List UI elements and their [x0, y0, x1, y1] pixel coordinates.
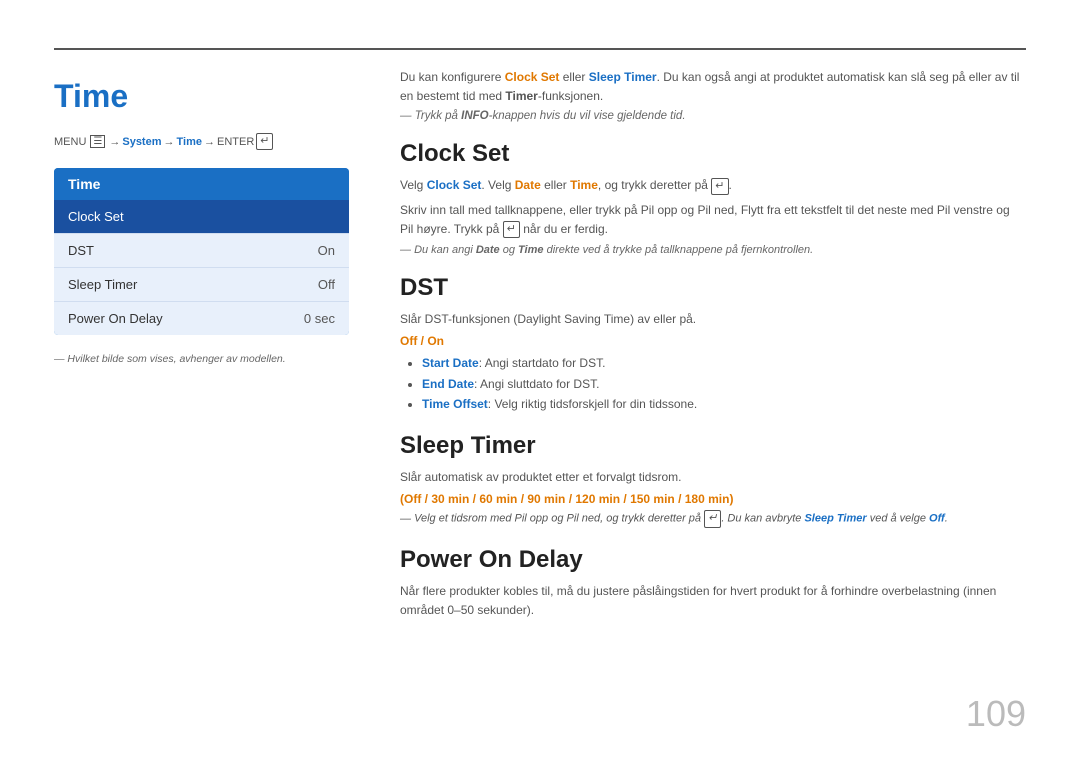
st-off-ref: Off: [929, 513, 945, 525]
dst-options-label: Off / On: [400, 334, 1026, 348]
menu-enter-label: ENTER: [217, 136, 254, 148]
menu-item-clock-set[interactable]: Clock Set: [54, 200, 349, 234]
cs-date-ref: Date: [515, 178, 541, 192]
page-number: 109: [966, 693, 1026, 735]
clock-set-text2: Skriv inn tall med tallknappene, eller t…: [400, 201, 1026, 239]
menu-item-dst-value: On: [318, 243, 335, 258]
clock-set-text1: Velg Clock Set. Velg Date eller Time, og…: [400, 176, 1026, 195]
menu-item-dst-label: DST: [68, 243, 94, 258]
menu-icon: ☰: [90, 135, 105, 148]
menu-path: MENU ☰ → System → Time → ENTER ↵: [54, 133, 364, 150]
menu-arrow-2: →: [164, 136, 175, 148]
menu-prefix: MENU: [54, 136, 86, 148]
dst-bullet-start-date: Start Date: Angi startdato for DST.: [422, 353, 1026, 373]
intro-note: Trykk på INFO-knappen hvis du vil vise g…: [400, 110, 1026, 122]
sleep-timer-options: (Off / 30 min / 60 min / 90 min / 120 mi…: [400, 492, 1026, 506]
menu-item-power-on-delay-value: 0 sec: [304, 311, 335, 326]
sleep-timer-note: Velg et tidsrom med Pil opp og Pil ned, …: [400, 510, 1026, 527]
right-panel: Du kan konfigurere Clock Set eller Sleep…: [400, 68, 1026, 625]
section-title-dst: DST: [400, 274, 1026, 302]
left-panel: Time MENU ☰ → System → Time → ENTER ↵ Ti…: [54, 68, 364, 365]
intro-sleep-timer: Sleep Timer: [589, 70, 657, 84]
clock-set-note: Du kan angi Date og Time direkte ved å t…: [400, 244, 1026, 256]
menu-item-sleep-timer-label: Sleep Timer: [68, 277, 137, 292]
menu-item-sleep-timer[interactable]: Sleep Timer Off: [54, 268, 349, 302]
power-on-delay-text1: Når flere produkter kobles til, må du ju…: [400, 582, 1026, 620]
dst-text1: Slår DST-funksjonen (Daylight Saving Tim…: [400, 310, 1026, 329]
enter-icon: ↵: [256, 133, 273, 150]
dst-bullet-list: Start Date: Angi startdato for DST. End …: [400, 353, 1026, 414]
cs-time-ref: Time: [570, 178, 598, 192]
dst-bullet-end-date: End Date: Angi sluttdato for DST.: [422, 374, 1026, 394]
section-title-clock-set: Clock Set: [400, 140, 1026, 168]
menu-arrow-3: →: [204, 136, 215, 148]
sleep-timer-text1: Slår automatisk av produktet etter et fo…: [400, 468, 1026, 487]
cs-enter-icon: ↵: [711, 178, 728, 195]
menu-item-dst[interactable]: DST On: [54, 234, 349, 268]
cs-enter-icon2: ↵: [503, 221, 520, 238]
menu-item-power-on-delay-label: Power On Delay: [68, 311, 163, 326]
menu-box-header: Time: [54, 168, 349, 200]
menu-box: Time Clock Set DST On Sleep Timer Off Po…: [54, 168, 349, 335]
menu-item-sleep-timer-value: Off: [318, 277, 335, 292]
st-sleep-timer-ref: Sleep Timer: [804, 513, 866, 525]
menu-item-power-on-delay[interactable]: Power On Delay 0 sec: [54, 302, 349, 335]
menu-system: System: [122, 136, 161, 148]
dst-bullet-time-offset: Time Offset: Velg riktig tidsforskjell f…: [422, 394, 1026, 414]
menu-item-clock-set-label: Clock Set: [68, 209, 124, 224]
intro-timer: Timer: [505, 89, 537, 103]
section-title-power-on-delay: Power On Delay: [400, 546, 1026, 574]
section-title-sleep-timer: Sleep Timer: [400, 432, 1026, 460]
cs-clock-set-ref: Clock Set: [427, 178, 482, 192]
st-enter-icon: ↵: [704, 510, 721, 527]
page-title: Time: [54, 78, 364, 115]
left-footnote: Hvilket bilde som vises, avhenger av mod…: [54, 353, 364, 365]
top-divider: [54, 48, 1026, 50]
intro-clock-set: Clock Set: [505, 70, 560, 84]
menu-time: Time: [177, 136, 202, 148]
menu-arrow-1: →: [109, 136, 120, 148]
intro-text: Du kan konfigurere Clock Set eller Sleep…: [400, 68, 1026, 106]
